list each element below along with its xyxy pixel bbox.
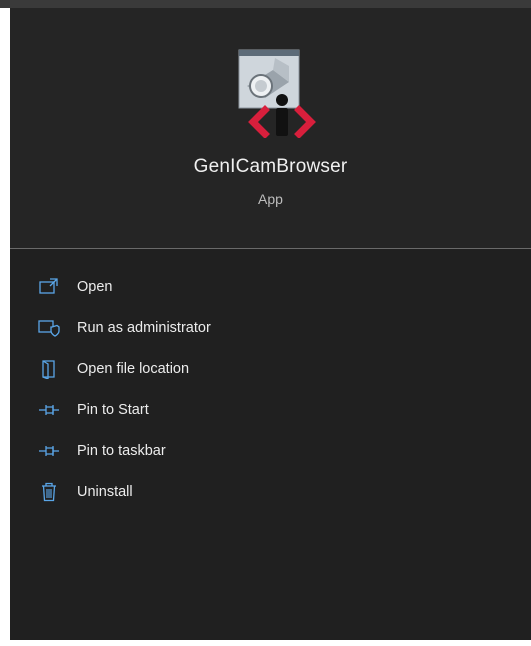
app-kind: App bbox=[258, 191, 283, 207]
menu-item-label: Open file location bbox=[77, 360, 190, 377]
menu-item-label: Open bbox=[77, 278, 113, 295]
menu-item-label: Run as administrator bbox=[77, 319, 211, 336]
menu-item-uninstall[interactable]: Uninstall bbox=[10, 471, 531, 512]
menu-item-pin-to-taskbar[interactable]: Pin to taskbar bbox=[10, 430, 531, 471]
pin-icon bbox=[38, 399, 60, 421]
trash-icon bbox=[38, 481, 60, 503]
open-file-location-icon bbox=[38, 358, 60, 380]
menu-item-open[interactable]: Open bbox=[10, 266, 531, 307]
open-icon bbox=[38, 276, 60, 298]
pin-icon bbox=[38, 440, 60, 462]
app-name: GenICamBrowser bbox=[193, 156, 348, 177]
menu-item-run-as-administrator[interactable]: Run as administrator bbox=[10, 307, 531, 348]
menu-item-open-file-location[interactable]: Open file location bbox=[10, 348, 531, 389]
menu-item-label: Pin to Start bbox=[77, 401, 149, 418]
top-strip bbox=[0, 0, 531, 8]
menu-item-pin-to-start[interactable]: Pin to Start bbox=[10, 389, 531, 430]
context-menu: Open Run as administrator Open file loca… bbox=[10, 266, 531, 512]
footer-strip bbox=[0, 640, 531, 646]
run-as-admin-icon bbox=[38, 317, 60, 339]
menu-item-label: Pin to taskbar bbox=[77, 442, 166, 459]
genicam-browser-icon bbox=[235, 48, 325, 139]
app-header: GenICamBrowser App bbox=[10, 8, 531, 248]
divider bbox=[10, 248, 531, 249]
context-panel: GenICamBrowser App Open Run as administr… bbox=[10, 8, 531, 640]
menu-item-label: Uninstall bbox=[77, 483, 133, 500]
